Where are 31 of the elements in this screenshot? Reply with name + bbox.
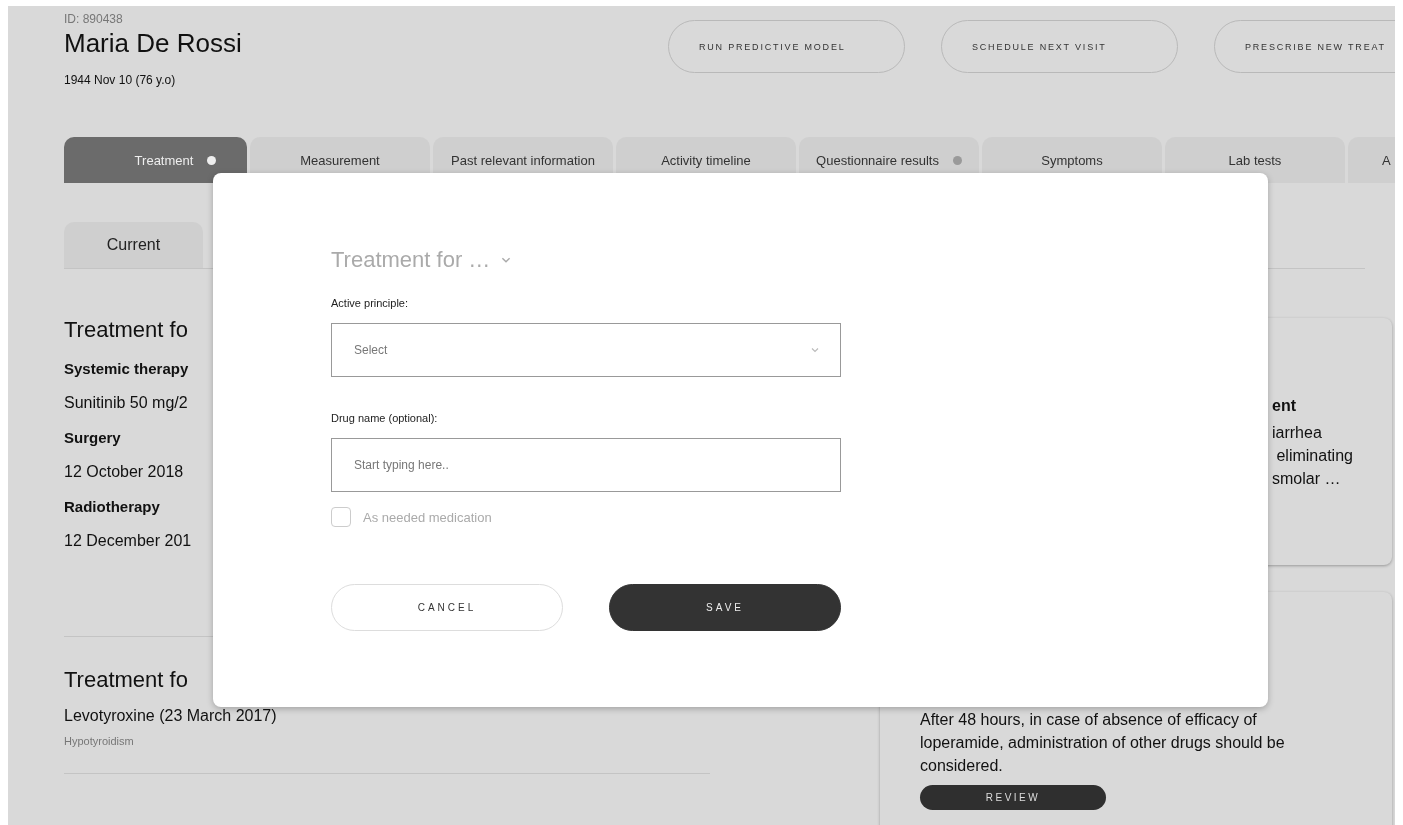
checkbox[interactable] bbox=[331, 507, 351, 527]
treatment-text: 12 October 2018 bbox=[64, 463, 184, 481]
therapy-label: Radiotherapy bbox=[64, 498, 160, 515]
card-text: smolar … bbox=[1272, 469, 1341, 489]
patient-name: Maria De Rossi bbox=[64, 28, 243, 59]
input-field[interactable]: Start typing here.. bbox=[331, 438, 841, 492]
save-button[interactable]: SAVE bbox=[609, 584, 841, 631]
section-heading: Treatment fo bbox=[64, 317, 188, 343]
card-text: iarrhea bbox=[1272, 423, 1322, 443]
sub-tab[interactable]: Current bbox=[64, 222, 203, 268]
card-title: ent bbox=[1272, 397, 1296, 415]
birth-date: 1944 Nov 10 (76 y.o) bbox=[64, 73, 177, 87]
treatment-text: 12 December 201 bbox=[64, 532, 192, 550]
card-text: eliminating bbox=[1275, 446, 1353, 466]
therapy-label: Systemic therapy bbox=[64, 360, 189, 377]
checkbox-label: As needed medication bbox=[363, 509, 492, 525]
chevron-icon bbox=[810, 345, 820, 355]
treatment-text: Sunitinib 50 mg/2 bbox=[64, 394, 188, 412]
field-label: Drug name (optional): bbox=[331, 412, 439, 424]
select-field[interactable]: Select bbox=[331, 323, 841, 377]
therapy-label: Surgery bbox=[64, 429, 121, 446]
section-heading: Treatment fo bbox=[64, 667, 188, 693]
tab[interactable]: A bbox=[1348, 137, 1395, 183]
review-button[interactable]: REVIEW bbox=[920, 785, 1106, 810]
field-label: Active principle: bbox=[331, 297, 410, 309]
treatment-text: Levotyroxine (23 March 2017) bbox=[64, 707, 277, 725]
tab[interactable]: Treatment bbox=[64, 137, 247, 183]
card-text: After 48 hours, in case of absence of efficacy of loperamide, administration of other drugs should be considered. bbox=[920, 710, 1286, 776]
diagnosis-note: Hypotyroidism bbox=[64, 735, 134, 747]
patient-id: ID: 890438 bbox=[64, 12, 124, 26]
cancel-button[interactable]: CANCEL bbox=[331, 584, 563, 631]
